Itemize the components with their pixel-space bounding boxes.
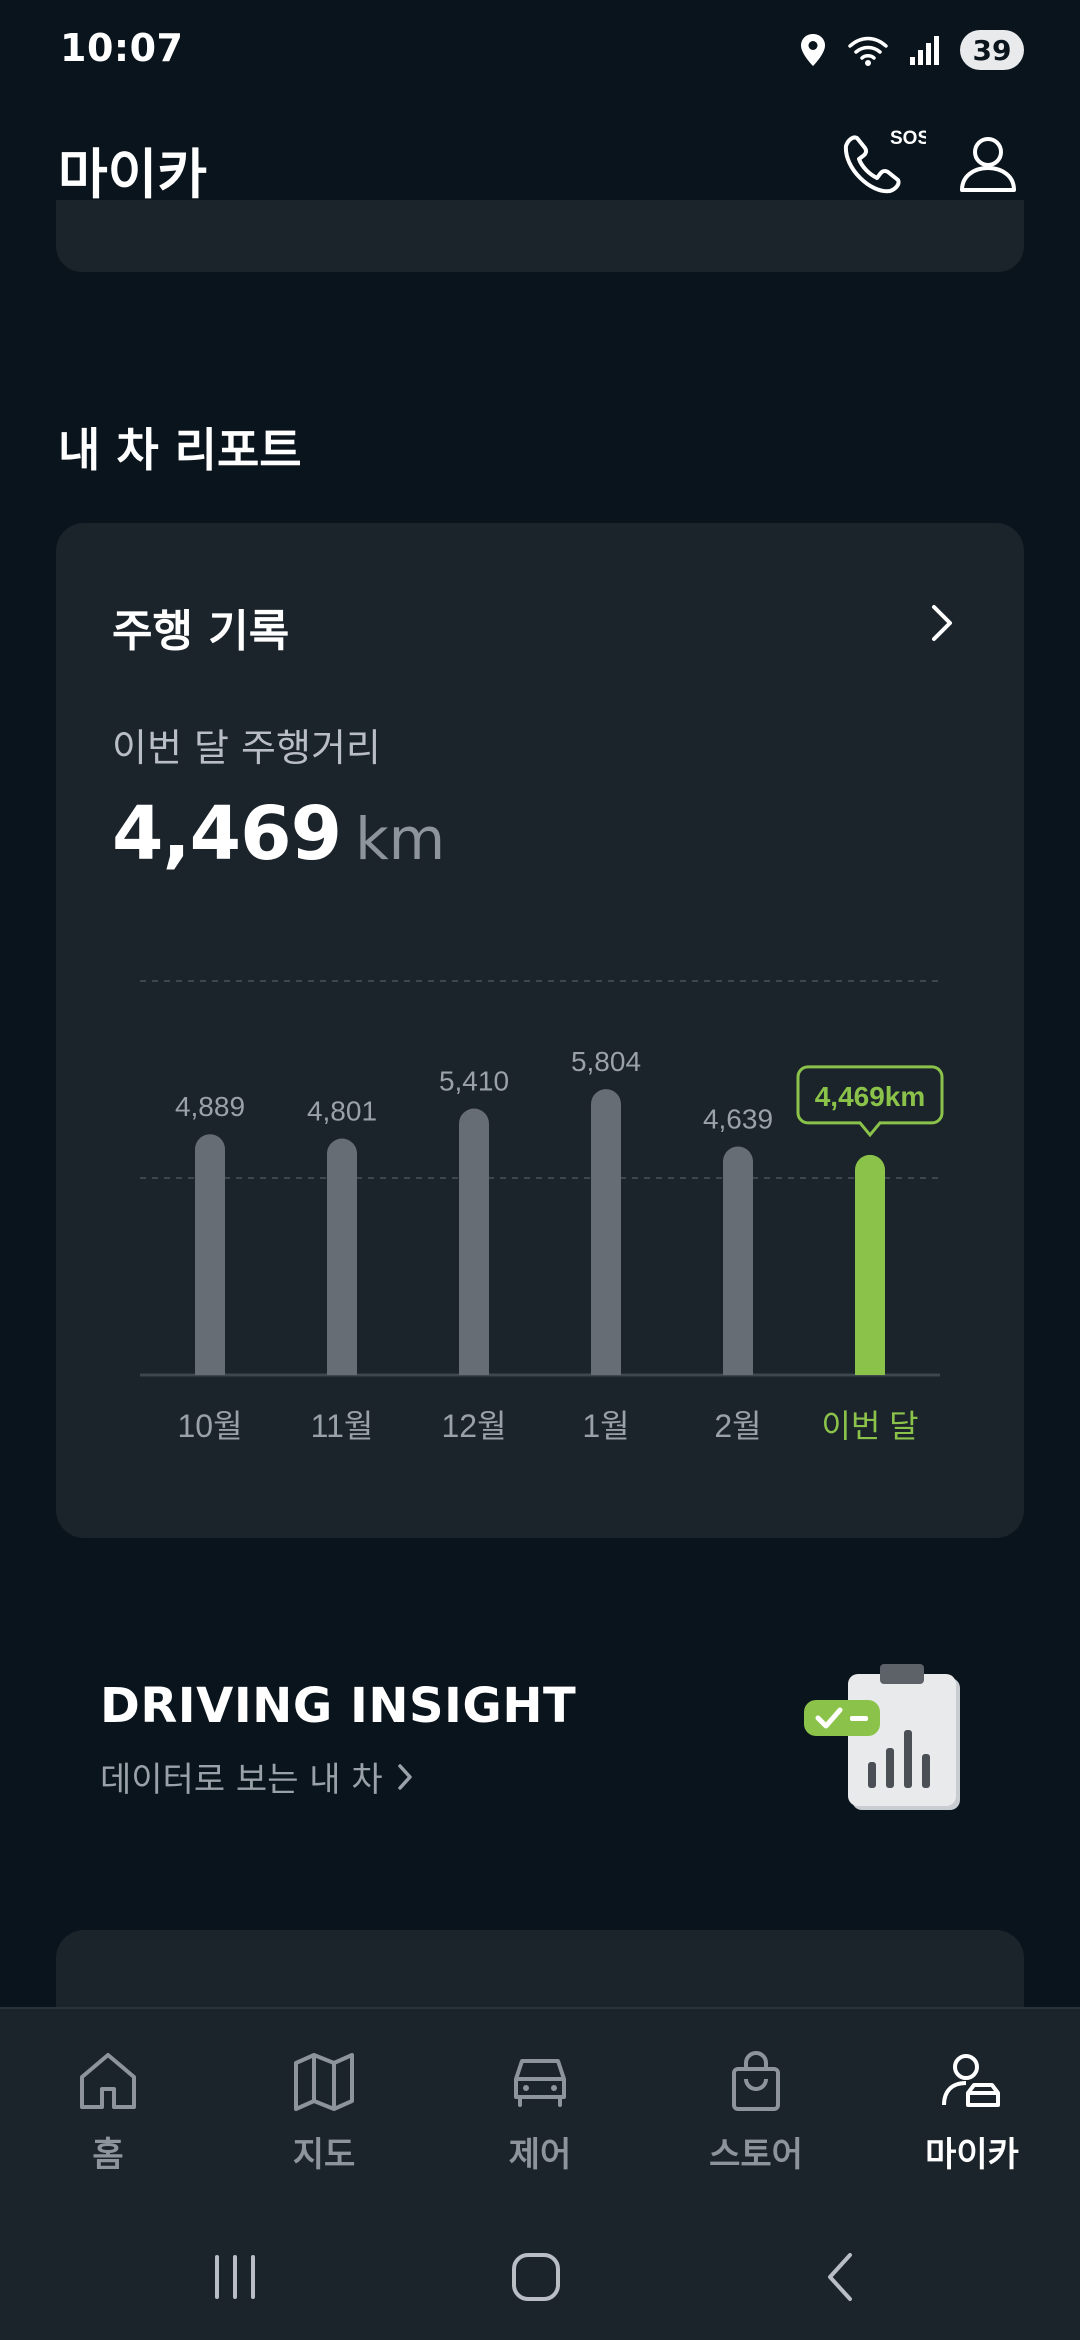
location-icon <box>801 34 825 66</box>
home-button[interactable] <box>506 2247 566 2307</box>
page-title: 마이카 <box>58 143 208 206</box>
shopping-bag-icon <box>732 2051 780 2111</box>
car-icon <box>514 2059 566 2107</box>
my-car-icon <box>942 2054 1000 2107</box>
sos-label: SOS <box>890 128 926 149</box>
chart-data-label: 5,804 <box>571 1046 641 1077</box>
chart-bar <box>195 1134 225 1375</box>
status-icons: 39 <box>798 26 1024 74</box>
tab-label-control: 제어 <box>508 2135 572 2175</box>
tab-my-car[interactable]: 마이카 <box>864 2009 1080 2207</box>
tab-label-my-car: 마이카 <box>925 2135 1019 2175</box>
signal-icon <box>910 36 939 65</box>
map-icon <box>294 2053 354 2111</box>
chart-data-label-current: 4,469km <box>815 1081 926 1112</box>
tab-home[interactable]: 홈 <box>0 2009 216 2207</box>
chart-category-label: 10월 <box>177 1408 242 1444</box>
chart-category-label: 12월 <box>441 1408 506 1444</box>
driving-bar-chart: 4,889 10월 4,801 11월 5,410 12월 5,804 1월 4,639 2월 4,… <box>140 980 944 1444</box>
system-navigation-bar <box>0 2207 1080 2340</box>
chart-bar <box>591 1089 621 1375</box>
bottom-tab-bar: 홈 지도 제어 스토어 마이카 <box>0 2007 1080 2207</box>
chart-category-label: 1월 <box>582 1408 629 1444</box>
chart-bar <box>327 1138 357 1375</box>
tab-map[interactable]: 지도 <box>216 2009 432 2207</box>
driving-record-card[interactable]: 주행 기록 이번 달 주행거리 4,469 km 4,889 10월 4,801 11… <box>56 523 1024 1538</box>
status-bar: 10:07 39 <box>0 0 1080 100</box>
previous-card <box>56 200 1024 272</box>
driving-insight-banner[interactable]: DRIVING INSIGHT 데이터로 보는 내 차 <box>0 1640 1080 1840</box>
sos-call-button[interactable]: SOS <box>836 124 926 204</box>
chart-bar <box>723 1146 753 1375</box>
chart-data-label: 4,801 <box>307 1096 377 1127</box>
tab-label-home: 홈 <box>92 2135 124 2175</box>
profile-button[interactable] <box>956 132 1020 196</box>
chevron-right-icon <box>397 1763 412 1790</box>
chart-category-label: 이번 달 <box>821 1408 918 1444</box>
back-button[interactable] <box>812 2247 872 2307</box>
app-screen: 10:07 39 마이카 SOS 내 차 리포트 주행 기록 이번 달 주행거리… <box>0 0 1080 2340</box>
recent-apps-button[interactable] <box>205 2247 265 2307</box>
tab-label-store: 스토어 <box>709 2135 803 2175</box>
chart-data-label: 5,410 <box>439 1066 509 1097</box>
chart-category-label: 2월 <box>714 1408 761 1444</box>
insight-subtitle-link[interactable]: 데이터로 보는 내 차 <box>100 1752 415 1801</box>
insight-title: DRIVING INSIGHT <box>100 1678 577 1734</box>
chart-bar <box>459 1108 489 1375</box>
insight-subtitle: 데이터로 보는 내 차 <box>100 1760 383 1800</box>
clipboard-chart-icon <box>804 1664 960 1810</box>
wifi-icon <box>848 36 888 66</box>
tab-control[interactable]: 제어 <box>432 2009 648 2207</box>
chart-bar-current <box>855 1154 885 1375</box>
tab-store[interactable]: 스토어 <box>648 2009 864 2207</box>
chart-category-label: 11월 <box>311 1408 374 1444</box>
battery-indicator: 39 <box>960 30 1024 70</box>
chart-data-label: 4,889 <box>175 1091 245 1122</box>
home-icon <box>80 2053 136 2109</box>
status-time: 10:07 <box>60 26 184 70</box>
tab-label-map: 지도 <box>292 2135 356 2175</box>
report-section-title: 내 차 리포트 <box>58 423 302 477</box>
chart-data-label: 4,639 <box>703 1104 773 1135</box>
